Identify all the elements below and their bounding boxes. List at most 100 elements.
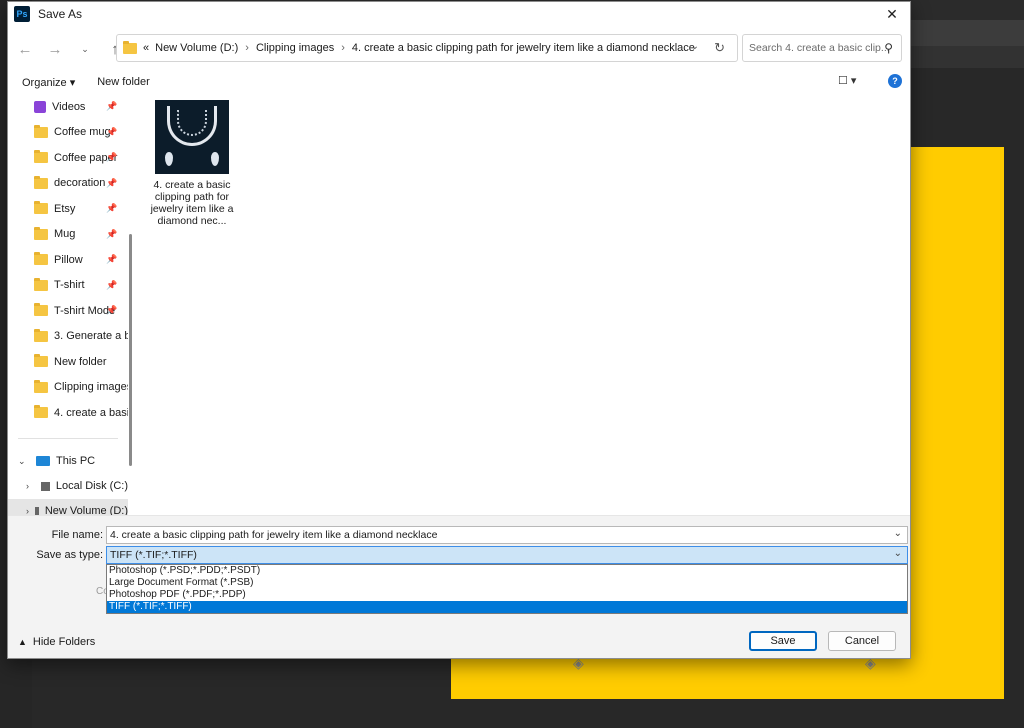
sidebar-item-mug[interactable]: Mug 📌 xyxy=(8,222,128,248)
pin-icon: 📌 xyxy=(106,126,118,137)
sidebar-item-clipping-images[interactable]: Clipping images xyxy=(8,375,128,401)
video-icon xyxy=(34,100,46,113)
computer-icon xyxy=(36,456,50,466)
forward-button[interactable]: → xyxy=(42,36,68,62)
pin-icon: 📌 xyxy=(106,279,118,290)
chevron-down-icon[interactable]: ⌄ xyxy=(894,528,902,539)
necklace-thumbnail xyxy=(155,100,229,174)
navigation-pane: Videos 📌 Coffee mug 📌 Coffee paper 📌 dec… xyxy=(8,94,128,515)
photoshop-tab-bar xyxy=(910,20,1024,46)
sidebar-item-t-shirt-mode[interactable]: T-shirt Mode 📌 xyxy=(8,298,128,324)
chevron-down-icon[interactable]: ⌄ xyxy=(18,456,30,467)
folder-icon xyxy=(123,40,137,54)
sidebar-item-label: Etsy xyxy=(54,202,76,215)
sidebar-item-label: Mug xyxy=(54,228,76,241)
earring-shape xyxy=(165,152,173,166)
save-type-label: Save as type: xyxy=(36,549,103,561)
sidebar-item-coffee-paper[interactable]: Coffee paper 📌 xyxy=(8,145,128,171)
chevron-right-icon: › xyxy=(245,42,249,54)
view-options-button[interactable]: ☐ ▾ xyxy=(838,74,856,87)
sidebar-item-create-basic[interactable]: 4. create a basic xyxy=(8,400,128,426)
refresh-icon[interactable]: ↻ xyxy=(714,40,725,56)
earring-shape xyxy=(211,152,219,166)
sidebar-item-label: T-shirt xyxy=(54,279,85,292)
chevron-up-icon: ▲ xyxy=(18,637,27,647)
sidebar-item-new-folder[interactable]: New folder xyxy=(8,349,128,375)
pin-icon: 📌 xyxy=(106,254,118,265)
sidebar-scrollbar[interactable] xyxy=(129,234,132,466)
address-overflow[interactable]: « xyxy=(143,42,149,54)
folder-icon xyxy=(34,405,48,419)
breadcrumb-item[interactable]: New Volume (D:) xyxy=(155,42,238,54)
sidebar-item-label: 4. create a basic xyxy=(54,406,128,419)
file-item[interactable]: 4. create a basic clipping path for jewe… xyxy=(149,100,235,227)
sidebar-item-t-shirt[interactable]: T-shirt 📌 xyxy=(8,273,128,299)
search-input[interactable]: Search 4. create a basic clip... ⚲ xyxy=(742,34,902,62)
sidebar-item-decoration[interactable]: decoration 📌 xyxy=(8,171,128,197)
folder-icon xyxy=(34,201,48,215)
chevron-right-icon[interactable]: › xyxy=(26,481,35,491)
sidebar-item-label: decoration xyxy=(54,177,106,190)
help-icon[interactable]: ? xyxy=(888,74,902,88)
chevron-down-icon[interactable]: ⌄ xyxy=(894,548,902,559)
save-type-option[interactable]: Photoshop (*.PSD;*.PDD;*.PSDT) xyxy=(107,565,907,577)
search-icon: ⚲ xyxy=(884,41,893,55)
new-folder-button[interactable]: New folder xyxy=(97,76,150,88)
file-name-label: File name: xyxy=(51,529,103,541)
save-button[interactable]: Save xyxy=(749,631,817,651)
save-type-option-selected[interactable]: TIFF (*.TIF;*.TIFF) xyxy=(107,601,907,613)
pin-icon: 📌 xyxy=(106,177,118,188)
close-button[interactable]: ✕ xyxy=(882,4,902,24)
save-type-option[interactable]: Photoshop PDF (*.PDF;*.PDP) xyxy=(107,589,907,601)
organize-button[interactable]: Organize ▾ xyxy=(22,76,75,89)
recent-locations-button[interactable]: ⌄ xyxy=(72,36,98,62)
save-type-dropdown: Photoshop (*.PSD;*.PDD;*.PSDT) Large Doc… xyxy=(106,564,908,614)
search-placeholder: Search 4. create a basic clip... xyxy=(749,42,890,54)
folder-icon xyxy=(34,277,48,291)
save-type-option[interactable]: Large Document Format (*.PSB) xyxy=(107,577,907,589)
folder-icon xyxy=(34,252,48,266)
sidebar-item-this-pc[interactable]: ⌄ This PC xyxy=(8,449,128,474)
hide-folders-button[interactable]: ▲ Hide Folders xyxy=(18,636,95,648)
sidebar-item-label: Coffee mug xyxy=(54,126,111,139)
sidebar-item-label: New Volume (D:) xyxy=(44,505,128,515)
file-name-value: 4. create a basic clipping path for jewe… xyxy=(110,529,438,541)
sidebar-item-new-volume[interactable]: › New Volume (D:) xyxy=(8,498,128,515)
sidebar-item-etsy[interactable]: Etsy 📌 xyxy=(8,196,128,222)
folder-icon xyxy=(34,303,48,317)
chevron-down-icon[interactable]: ⌄ xyxy=(691,41,699,52)
address-bar[interactable]: « New Volume (D:) › Clipping images › 4.… xyxy=(116,34,738,62)
pin-icon: 📌 xyxy=(106,152,118,163)
chevron-right-icon: › xyxy=(341,42,345,54)
save-options-panel: File name: 4. create a basic clipping pa… xyxy=(8,515,910,658)
folder-icon xyxy=(34,328,48,342)
breadcrumb-item[interactable]: 4. create a basic clipping path for jewe… xyxy=(352,42,695,54)
sidebar-item-generate[interactable]: 3. Generate a ba xyxy=(8,324,128,350)
pin-icon: 📌 xyxy=(106,228,118,239)
back-button[interactable]: ← xyxy=(12,36,38,62)
sidebar-item-label: Clipping images xyxy=(54,381,128,394)
cancel-button[interactable]: Cancel xyxy=(828,631,896,651)
chevron-right-icon[interactable]: › xyxy=(26,506,29,515)
folder-icon xyxy=(34,124,48,138)
pin-icon: 📌 xyxy=(106,203,118,214)
file-item-name: 4. create a basic clipping path for jewe… xyxy=(150,179,234,227)
folder-icon xyxy=(34,354,48,368)
save-type-select[interactable]: TIFF (*.TIF;*.TIFF) ⌄ xyxy=(106,546,908,564)
close-icon: ✕ xyxy=(886,5,898,22)
drive-icon xyxy=(40,481,50,491)
sidebar-item-pillow[interactable]: Pillow 📌 xyxy=(8,247,128,273)
sidebar-item-coffee-mug[interactable]: Coffee mug 📌 xyxy=(8,120,128,146)
sidebar-item-videos[interactable]: Videos 📌 xyxy=(8,94,128,120)
dialog-title: Save As xyxy=(38,7,83,21)
navigation-bar: ← → ⌄ ↑ « New Volume (D:) › Clipping ima… xyxy=(8,34,910,64)
photoshop-logo-icon: Ps xyxy=(14,6,30,22)
breadcrumb-item[interactable]: Clipping images xyxy=(256,42,334,54)
sidebar-divider xyxy=(18,437,118,439)
sidebar-item-label: New folder xyxy=(54,355,107,368)
sidebar-item-label: This PC xyxy=(56,455,96,467)
file-name-field[interactable]: 4. create a basic clipping path for jewe… xyxy=(106,526,908,544)
save-as-dialog: Ps Save As ✕ ← → ⌄ ↑ « New Volume (D:) ›… xyxy=(7,1,911,659)
hide-folders-label: Hide Folders xyxy=(32,636,96,648)
sidebar-item-local-disk[interactable]: › Local Disk (C:) xyxy=(8,474,128,499)
